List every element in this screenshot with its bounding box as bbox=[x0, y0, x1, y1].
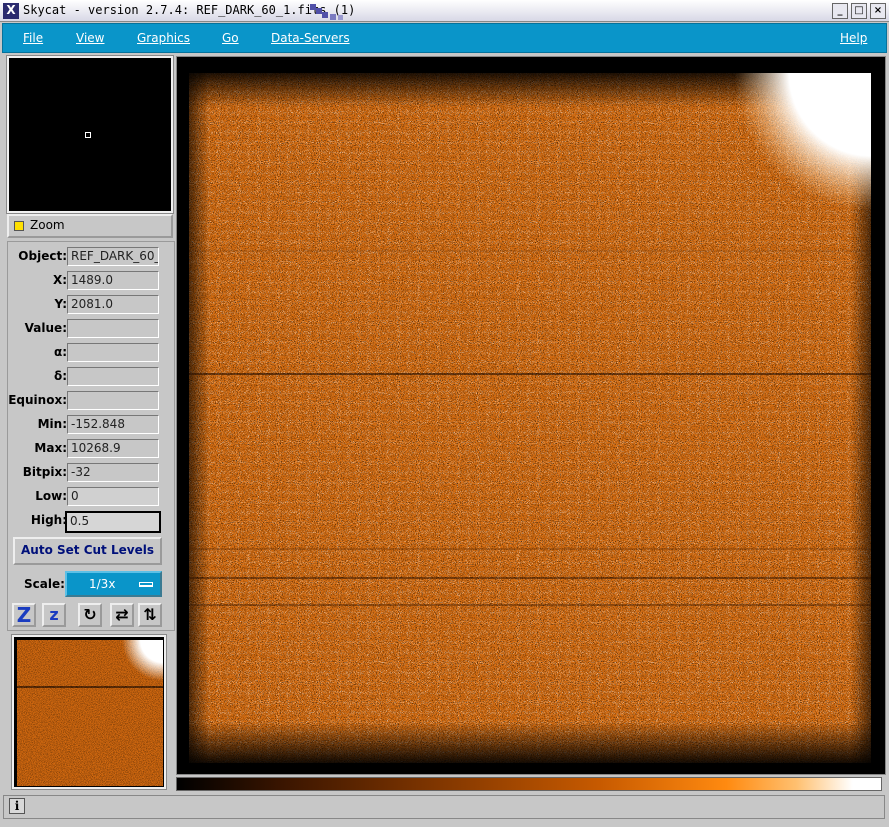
status-bar: i bbox=[3, 795, 885, 819]
low-input[interactable]: 0 bbox=[67, 487, 159, 506]
x-row: X: 1489.0 bbox=[8, 270, 176, 292]
low-row: Low: 0 bbox=[8, 486, 176, 508]
zoom-in-icon[interactable]: Z bbox=[12, 603, 36, 627]
maximize-icon[interactable]: □ bbox=[851, 3, 867, 19]
x-field: 1489.0 bbox=[67, 271, 159, 290]
bitpix-row: Bitpix: -32 bbox=[8, 462, 176, 484]
flip-x-icon[interactable]: ⇄ bbox=[110, 603, 134, 627]
max-row: Max: 10268.9 bbox=[8, 438, 176, 460]
auto-set-cut-levels-button[interactable]: Auto Set Cut Levels bbox=[13, 537, 162, 565]
scale-dropdown[interactable]: 1/3x bbox=[65, 571, 162, 597]
close-icon[interactable]: × bbox=[870, 3, 886, 19]
zoom-toggle[interactable]: Zoom bbox=[7, 214, 173, 238]
value-row: Value: bbox=[8, 318, 176, 340]
low-label: Low: bbox=[35, 489, 67, 503]
scale-value: 1/3x bbox=[89, 577, 116, 591]
cursor-marker bbox=[85, 132, 91, 138]
object-row: Object: REF_DARK_60_ bbox=[8, 246, 176, 268]
min-field: -152.848 bbox=[67, 415, 159, 434]
delta-label: δ: bbox=[53, 369, 67, 383]
pan-window[interactable] bbox=[11, 634, 167, 790]
menu-bar: File View Graphics Go Data-Servers Help bbox=[2, 23, 887, 53]
high-row: High: 0.5 bbox=[8, 510, 176, 533]
window-title: Skycat - version 2.7.4: REF_DARK_60_1.fi… bbox=[23, 3, 356, 17]
y-field: 2081.0 bbox=[67, 295, 159, 314]
menu-file[interactable]: File bbox=[23, 31, 43, 45]
high-label: High: bbox=[30, 513, 67, 527]
min-label: Min: bbox=[37, 417, 67, 431]
minimize-icon[interactable]: _ bbox=[832, 3, 848, 19]
value-field bbox=[67, 319, 159, 338]
title-decoration-icon bbox=[310, 4, 343, 20]
bitpix-field: -32 bbox=[67, 463, 159, 482]
menu-data-servers[interactable]: Data-Servers bbox=[271, 31, 350, 45]
info-icon[interactable]: i bbox=[9, 798, 25, 814]
info-panel: Object: REF_DARK_60_ X: 1489.0 Y: 2081.0… bbox=[7, 241, 175, 631]
menu-help[interactable]: Help bbox=[840, 31, 867, 45]
y-label: Y: bbox=[54, 297, 67, 311]
alpha-label: α: bbox=[53, 345, 67, 359]
flip-y-icon[interactable]: ⇅ bbox=[138, 603, 162, 627]
app-icon[interactable]: X bbox=[3, 3, 19, 19]
max-field: 10268.9 bbox=[67, 439, 159, 458]
alpha-field bbox=[67, 343, 159, 362]
alpha-row: α: bbox=[8, 342, 176, 364]
equinox-label: Equinox: bbox=[8, 393, 67, 407]
menu-view[interactable]: View bbox=[76, 31, 104, 45]
min-row: Min: -152.848 bbox=[8, 414, 176, 436]
menu-go[interactable]: Go bbox=[222, 31, 239, 45]
rotate-icon[interactable]: ↻ bbox=[78, 603, 102, 627]
object-field: REF_DARK_60_ bbox=[67, 247, 159, 266]
zoom-out-icon[interactable]: z bbox=[42, 603, 66, 627]
x-label: X: bbox=[52, 273, 67, 287]
scale-label: Scale: bbox=[24, 577, 65, 591]
colorbar[interactable] bbox=[176, 777, 882, 791]
max-label: Max: bbox=[34, 441, 67, 455]
delta-field bbox=[67, 367, 159, 386]
value-label: Value: bbox=[24, 321, 67, 335]
zoom-label: Zoom bbox=[30, 218, 65, 232]
pan-image bbox=[17, 640, 163, 786]
object-label: Object: bbox=[18, 249, 67, 263]
y-row: Y: 2081.0 bbox=[8, 294, 176, 316]
zoom-window[interactable] bbox=[6, 55, 174, 214]
image-canvas[interactable] bbox=[176, 56, 886, 775]
bitpix-label: Bitpix: bbox=[22, 465, 67, 479]
fits-image bbox=[189, 73, 871, 763]
dropdown-indicator-icon bbox=[139, 582, 153, 587]
equinox-field bbox=[67, 391, 159, 410]
equinox-row: Equinox: bbox=[8, 390, 176, 412]
high-input[interactable]: 0.5 bbox=[65, 511, 161, 533]
zoom-checkbox[interactable] bbox=[14, 221, 24, 231]
title-bar: X Skycat - version 2.7.4: REF_DARK_60_1.… bbox=[0, 0, 889, 22]
menu-graphics[interactable]: Graphics bbox=[137, 31, 190, 45]
delta-row: δ: bbox=[8, 366, 176, 388]
